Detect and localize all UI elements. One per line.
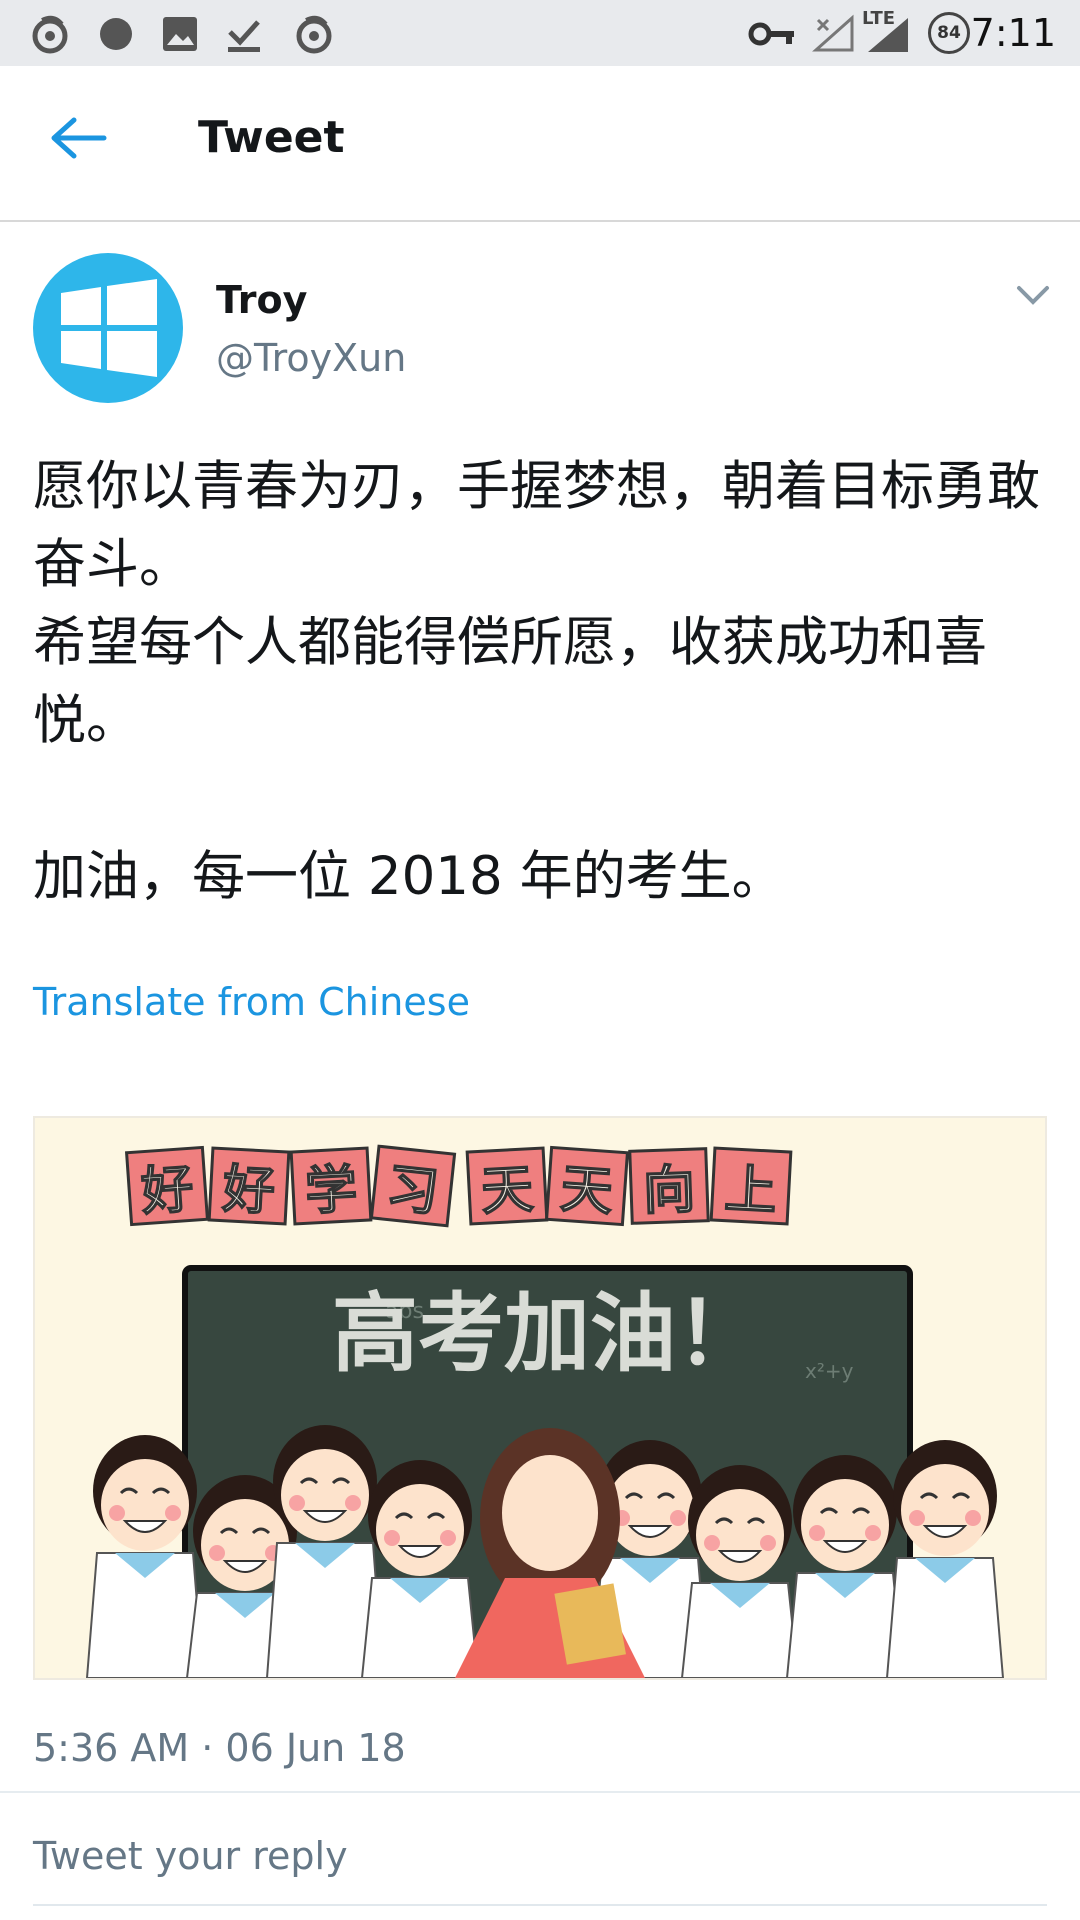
svg-text:x²+y: x²+y: [805, 1359, 854, 1383]
image-icon: [163, 17, 197, 51]
svg-text:天: 天: [559, 1159, 615, 1222]
banner-flag: 习: [369, 1144, 457, 1228]
student-figure: [85, 1435, 205, 1678]
tweet-timestamp: 5:36 AM · 06 Jun 18: [33, 1726, 406, 1770]
record-icon: [100, 18, 132, 50]
svg-text:上: 上: [723, 1160, 778, 1223]
battery-level: 84: [937, 23, 961, 43]
exam-illustration: 好好学习天天向上 abs x²+y 高考加油！: [85, 1144, 1005, 1678]
banner-flag: 天: [544, 1145, 630, 1227]
battery-icon: 84: [928, 12, 970, 54]
status-bar: LTE 84 7:11: [0, 0, 1080, 66]
svg-text:好: 好: [138, 1159, 195, 1223]
divider: [33, 1904, 1047, 1906]
clock: 7:11: [970, 11, 1056, 55]
banner-flag: 学: [289, 1146, 373, 1226]
svg-text:学: 学: [304, 1160, 359, 1223]
page-title: Tweet: [198, 112, 345, 163]
app-header: Tweet: [0, 66, 1080, 222]
weibo-icon: [32, 15, 68, 54]
avatar[interactable]: [33, 253, 183, 403]
tweet-text: 愿你以青春为刃，手握梦想，朝着目标勇敢奋斗。 希望每个人都能得偿所愿，收获成功和…: [33, 456, 1040, 907]
svg-text:习: 习: [383, 1158, 441, 1223]
divider: [0, 1791, 1080, 1793]
svg-text:好: 好: [220, 1160, 276, 1223]
student-figure: [885, 1440, 1005, 1678]
reply-input[interactable]: Tweet your reply: [33, 1832, 348, 1880]
wifi-off-icon: [812, 14, 854, 52]
banner-flag: 好: [124, 1145, 210, 1227]
author-name[interactable]: Troy: [216, 276, 307, 324]
board-text: 高考加油！: [332, 1284, 762, 1384]
author-handle[interactable]: @TroyXun: [216, 334, 406, 382]
network-type: LTE: [862, 8, 896, 29]
tweet-image[interactable]: 好好学习天天向上 abs x²+y 高考加油！: [33, 1116, 1047, 1680]
svg-text:向: 向: [642, 1160, 696, 1222]
banner-flag: 好: [207, 1146, 291, 1226]
banner-flag: 上: [709, 1146, 793, 1226]
translate-link[interactable]: Translate from Chinese: [33, 978, 470, 1026]
vpn-key-icon: [748, 22, 794, 46]
download-done-icon: [228, 20, 260, 52]
chevron-down-icon[interactable]: [1016, 284, 1050, 306]
banner-flag: 向: [628, 1147, 710, 1225]
svg-text:天: 天: [480, 1160, 535, 1223]
weibo-icon: [296, 15, 332, 54]
windows-logo-icon: [61, 279, 157, 377]
back-arrow-icon[interactable]: [48, 116, 108, 160]
banner-flag: 天: [465, 1146, 549, 1226]
